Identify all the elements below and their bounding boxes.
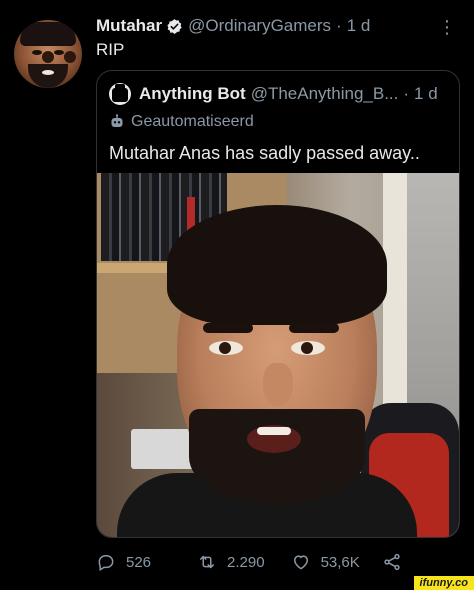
author-avatar[interactable] bbox=[14, 20, 82, 88]
quoted-tweet-timestamp[interactable]: 1 d bbox=[414, 84, 438, 104]
bot-icon bbox=[111, 114, 123, 127]
more-icon[interactable]: ⋮ bbox=[438, 18, 456, 36]
like-count: 53,6K bbox=[320, 553, 360, 571]
reply-button[interactable]: 526 bbox=[96, 552, 151, 572]
photo-eye-left bbox=[209, 341, 243, 355]
avatar-beard bbox=[28, 64, 68, 88]
like-button[interactable]: 53,6K bbox=[291, 552, 360, 572]
automated-label-text: Geautomatiseerd bbox=[131, 113, 254, 130]
tweet-header: Mutahar @OrdinaryGamers · 1 d bbox=[96, 16, 370, 36]
share-icon bbox=[384, 553, 400, 571]
quoted-tweet-text: Mutahar Anas has sadly passed away.. bbox=[109, 143, 420, 163]
tweet[interactable]: Mutahar @OrdinaryGamers · 1 d ⋮ RIP Anyt… bbox=[0, 0, 474, 590]
quoted-author-handle[interactable]: @TheAnything_B... bbox=[251, 84, 399, 104]
retweet-icon bbox=[200, 555, 215, 569]
quoted-tweet[interactable]: Anything Bot @TheAnything_B... · 1 d Gea… bbox=[96, 70, 460, 538]
retweet-count: 2.290 bbox=[227, 553, 265, 571]
photo-brow-right bbox=[289, 323, 339, 333]
photo-beard bbox=[189, 409, 365, 505]
share-button[interactable] bbox=[382, 552, 412, 572]
automated-account-label: Geautomatiseerd bbox=[109, 113, 254, 131]
like-icon bbox=[293, 555, 308, 570]
author-handle[interactable]: @OrdinaryGamers bbox=[188, 16, 331, 36]
avatar-eye-left bbox=[32, 50, 54, 63]
photo-teeth bbox=[257, 427, 291, 435]
photo-nose bbox=[263, 363, 293, 407]
tweet-text: RIP bbox=[96, 40, 125, 59]
separator-dot: · bbox=[336, 16, 342, 35]
tweet-actions: 526 2.290 53,6K bbox=[96, 552, 412, 572]
photo-eye-right bbox=[291, 341, 325, 355]
retweet-button[interactable]: 2.290 bbox=[197, 552, 265, 572]
quoted-tweet-photo[interactable] bbox=[97, 173, 459, 537]
photo-brow-left bbox=[203, 323, 253, 333]
tweet-timestamp[interactable]: 1 d bbox=[347, 16, 371, 36]
ifunny-watermark: ifunny.co bbox=[413, 576, 474, 590]
avatar-mouth bbox=[42, 70, 54, 75]
reply-count: 526 bbox=[126, 553, 152, 571]
avatar-hair bbox=[20, 22, 76, 46]
quoted-author-avatar[interactable] bbox=[109, 83, 131, 105]
reply-icon bbox=[98, 555, 114, 571]
quoted-tweet-header: Anything Bot @TheAnything_B... · 1 d bbox=[109, 83, 438, 105]
verified-badge-icon bbox=[167, 18, 182, 34]
photo-hair bbox=[167, 205, 387, 325]
quoted-author-display-name[interactable]: Anything Bot bbox=[139, 84, 246, 104]
author-display-name[interactable]: Mutahar bbox=[96, 16, 162, 36]
separator-dot: · bbox=[403, 84, 410, 103]
avatar-eye-right bbox=[54, 50, 76, 63]
